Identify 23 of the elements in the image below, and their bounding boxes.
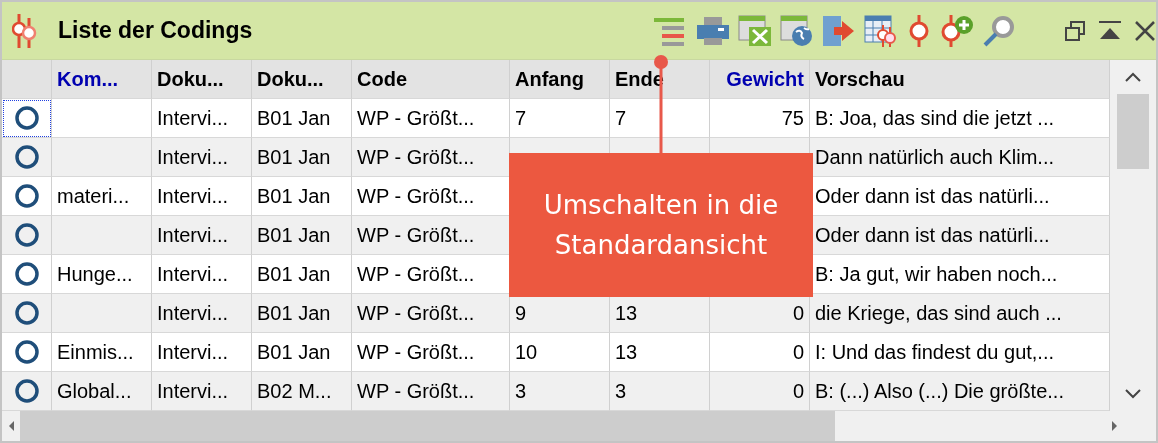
window-title: Liste der Codings <box>58 17 254 44</box>
right-arrow-icon[interactable] <box>1110 419 1120 433</box>
circle-icon[interactable] <box>13 339 40 365</box>
table-coding-icon[interactable] <box>864 14 898 47</box>
close-icon[interactable] <box>1134 19 1156 42</box>
coding-add-icon[interactable] <box>940 14 974 47</box>
callout: Umschalten in die Standardansicht <box>509 153 813 297</box>
circle-icon[interactable] <box>13 105 40 131</box>
coding-icon <box>12 13 38 48</box>
search-icon[interactable] <box>982 14 1016 47</box>
scroll-thumb[interactable] <box>1117 94 1149 169</box>
restore-icon[interactable] <box>1064 19 1086 42</box>
circle-icon[interactable] <box>13 261 40 287</box>
printer-icon[interactable] <box>696 15 730 46</box>
circle-icon[interactable] <box>13 378 40 404</box>
export-icon[interactable] <box>822 14 856 47</box>
circle-icon[interactable] <box>13 222 40 248</box>
circle-icon[interactable] <box>13 144 40 170</box>
circle-icon[interactable] <box>13 183 40 209</box>
circle-icon[interactable] <box>13 300 40 326</box>
table-globe-icon[interactable] <box>780 14 814 47</box>
scroll-thumb[interactable] <box>20 411 835 441</box>
collapse-icon[interactable] <box>1098 19 1122 42</box>
